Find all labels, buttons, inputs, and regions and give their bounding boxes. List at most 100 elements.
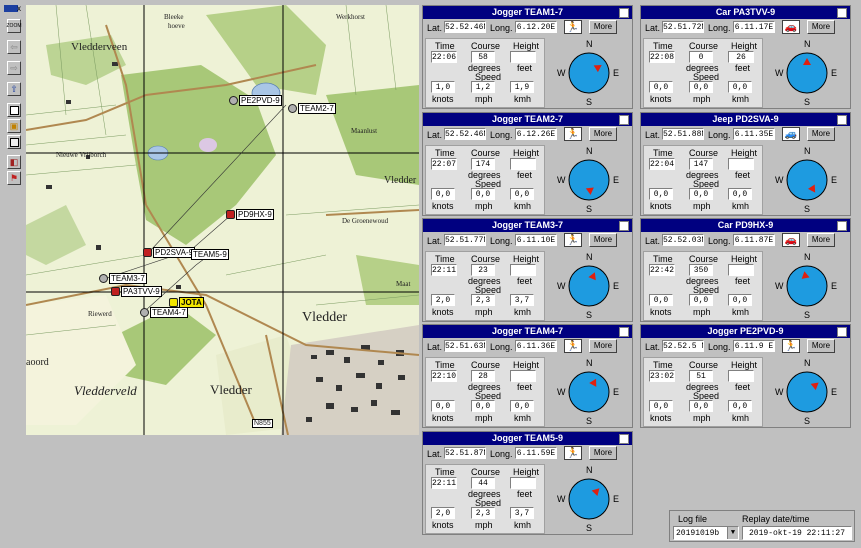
close-icon[interactable] [837,327,847,337]
marker-label: PD2SVA-9 [153,247,196,258]
close-icon[interactable] [619,115,629,125]
compass-south-label: S [586,416,593,426]
runner-icon [288,104,297,113]
station-panel: Jogger PE2PVD-9 Lat. 52.52.5 N Long. 6.1… [640,324,851,428]
station-panel: Jogger TEAM2-7 Lat. 52.52.46N Long. 6.12… [422,112,633,216]
time-field: 22:07 [431,158,457,170]
long-field: 6.11.17E [733,21,775,33]
replay-controls: Log file Replay date/time 20191019b ▼ 20… [669,510,855,542]
close-icon[interactable] [619,327,629,337]
long-field: 6.11.59E [515,447,557,459]
mph-label: mph [475,94,493,104]
compass-dial [786,159,828,201]
compass-dial [568,371,610,413]
lat-label: Lat. [427,449,443,459]
lat-field: 52.51.87N [444,447,486,459]
runner-icon [140,308,149,317]
close-icon[interactable] [619,221,629,231]
compass-east-label: E [613,281,620,291]
station-marker-team3[interactable]: TEAM3-7 [99,273,147,284]
compass-north-label: N [586,465,593,475]
more-button[interactable]: More [807,339,835,353]
log-file-select[interactable]: 20191019b ▼ [673,526,739,540]
station-marker-pd9hx[interactable]: PD9HX-9 [226,209,274,220]
time-field: 22:06 [431,51,457,63]
time-field: 23:02 [649,370,675,382]
compass-dial [786,265,828,307]
more-button[interactable]: More [589,233,617,247]
close-icon[interactable] [619,8,629,18]
kmh-field: 1,9 [510,81,534,93]
record-button[interactable]: ◧ [7,155,21,169]
more-button[interactable]: More [807,127,835,141]
close-icon[interactable] [837,115,847,125]
lat-field: 52.51.72N [662,21,704,33]
station-marker-team5[interactable]: TEAM5-9 [191,249,229,260]
runner-icon[interactable]: 🏃 [782,339,800,353]
knots-label: knots [432,307,454,317]
forward-button[interactable]: ⇨ [7,61,21,75]
place-label: Werkhorst [336,13,365,21]
runner-icon[interactable]: 🏃 [564,127,582,141]
close-glyph[interactable]: x [17,4,21,13]
station-marker-pa3tvv[interactable]: PA3TVV-9 [111,286,162,297]
station-marker-pd2sva[interactable]: PD2SVA-9 [143,247,196,258]
panel-title: Car PA3TVV-9 [641,6,850,19]
more-button[interactable]: More [589,339,617,353]
station-marker-pe2pvd[interactable]: PE2PVD-9 [229,95,282,106]
layer-button[interactable] [7,135,21,149]
place-label: Maat [396,280,411,288]
chevron-down-icon[interactable]: ▼ [727,527,738,539]
close-icon[interactable] [837,8,847,18]
kmh-field: 3,7 [510,507,534,519]
compass-north-label: N [586,146,593,156]
station-panel: Car PA3TVV-9 Lat. 52.51.72N Long. 6.11.1… [640,5,851,109]
long-field: 6.12.26E [515,128,557,140]
flag-button[interactable]: ⚑ [7,171,21,185]
compass-west-label: W [557,281,566,291]
car-icon[interactable]: 🚗 [782,20,800,34]
course-field: 44 [471,477,495,489]
replay-datetime-field[interactable]: 2019-okt-19 22:11:27 [742,526,852,540]
compass-dial [568,52,610,94]
place-label: Nieuwe Vrijborch [56,151,107,159]
log-file-label: Log file [678,514,708,524]
lat-label: Lat. [427,342,443,352]
frame-button[interactable] [7,103,21,117]
lat-field: 52.52.46N [444,21,486,33]
mph-field: 0,0 [689,81,713,93]
time-label: Time [435,467,455,477]
back-button[interactable]: ⇦ [7,40,21,54]
runner-icon[interactable]: 🏃 [564,446,582,460]
long-label: Long. [490,342,513,352]
station-marker-team2[interactable]: TEAM2-7 [288,103,336,114]
car-icon[interactable]: 🚗 [782,233,800,247]
jeep-icon[interactable]: 🚙 [782,127,800,141]
runner-icon[interactable]: 🏃 [564,233,582,247]
lat-field: 52.52.46N [444,128,486,140]
replay-datetime-value: 2019-okt-19 22:11:27 [748,529,845,538]
more-button[interactable]: More [807,20,835,34]
flag-icon: ⚑ [9,172,19,183]
close-icon[interactable] [837,221,847,231]
compass-south-label: S [804,204,811,214]
time-field: 22:08 [649,51,675,63]
more-button[interactable]: More [589,20,617,34]
print-button[interactable]: ▣ [7,119,21,133]
more-button[interactable]: More [807,233,835,247]
window-corner [4,5,18,12]
topographic-map[interactable]: Vledderveen Vledder Vledderveld Vledder … [26,5,419,435]
station-marker-team4[interactable]: TEAM4-7 [140,307,188,318]
kmh-label: kmh [514,520,532,530]
more-button[interactable]: More [589,446,617,460]
place-label: Maanlust [351,127,378,135]
up-button[interactable]: ⇧ [7,82,21,96]
course-label: Course [689,360,719,370]
more-button[interactable]: More [589,127,617,141]
zoom-button[interactable]: ZOOM [7,19,22,33]
course-label: Course [471,467,501,477]
runner-icon[interactable]: 🏃 [564,20,582,34]
place-label: Vledder [210,382,252,397]
close-icon[interactable] [619,434,629,444]
runner-icon[interactable]: 🏃 [564,339,582,353]
